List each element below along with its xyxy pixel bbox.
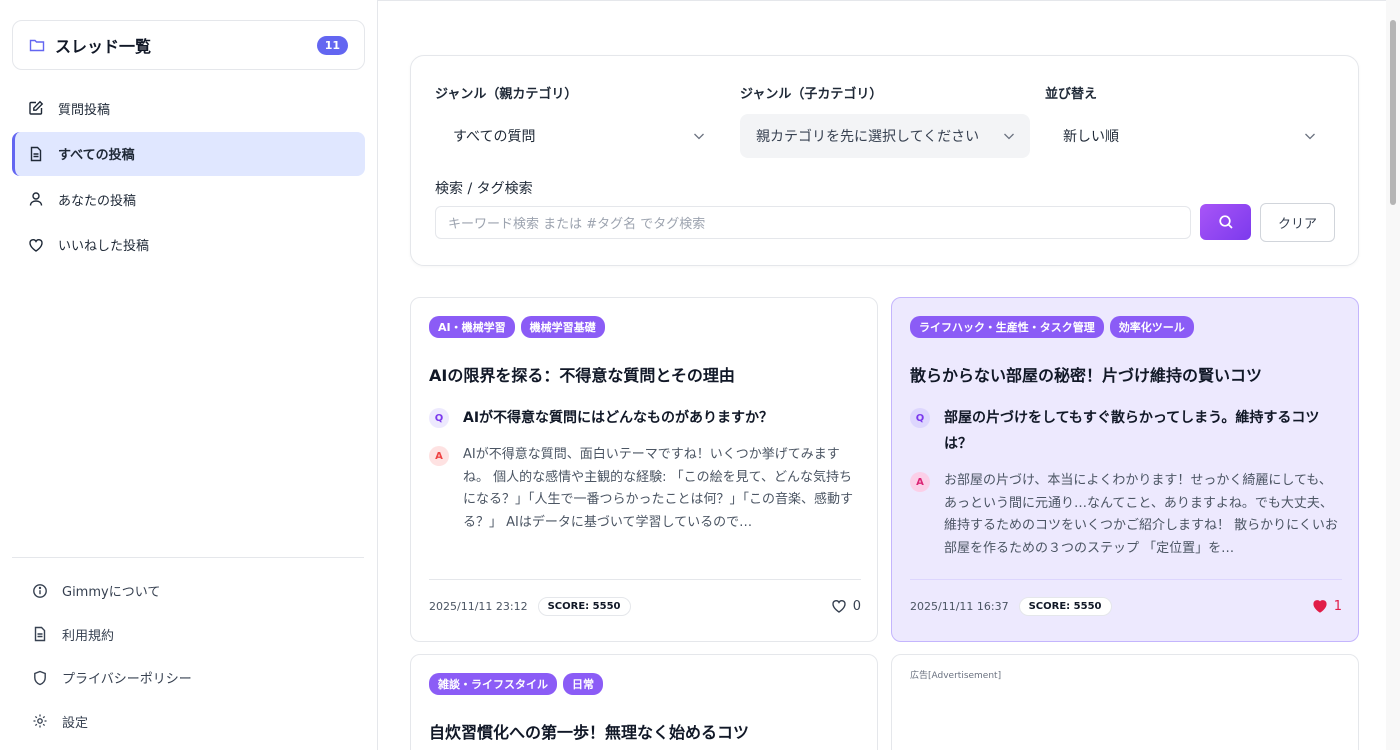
search-input[interactable]: キーワード検索 または #タグ名 でタグ検索 [435,206,1191,239]
footer-link-label: 利用規約 [62,628,115,644]
gear-icon [32,713,48,729]
chevron-down-icon [1002,129,1016,143]
sort-value: 新しい順 [1063,129,1119,145]
footer-link-label: 設定 [62,715,89,731]
post-card[interactable]: 雑談・ライフスタイル 日常 自炊習慣化への第一歩！無理なく始めるコツ [410,654,878,750]
score-badge: SCORE: 5550 [1018,596,1112,616]
edit-icon [28,100,44,116]
document-icon [32,626,48,642]
sidebar-item-label: あなたの投稿 [58,193,137,209]
like-count: 1 [1333,598,1342,614]
post-card[interactable]: AI・機械学習 機械学習基礎 AIの限界を探る：不得意な質問とその理由 Q AI… [410,297,878,642]
clear-button[interactable]: クリア [1260,203,1335,242]
post-title: 散らからない部屋の秘密！片づけ維持の賢いコツ [910,366,1263,385]
folder-icon [29,37,45,53]
answer-badge: A [910,472,930,492]
ad-label: 広告[Advertisement] [910,671,1002,681]
sidebar-item-label: いいねした投稿 [58,239,150,254]
tag-list: AI・機械学習 機械学習基礎 [429,316,605,338]
footer-link-terms[interactable]: 利用規約 [12,613,364,657]
sidebar-item-post-question[interactable]: 質問投稿 [12,86,365,130]
sort-label: 並び替え [1045,87,1098,102]
question-row: Q 部屋の片づけをしてもすぐ散らかってしまう。維持するコツは？ [910,408,1340,457]
sidebar-item-all-posts[interactable]: すべての投稿 [12,131,365,176]
tag-list: 雑談・ライフスタイル 日常 [429,673,603,695]
tag-chip[interactable]: 機械学習基礎 [520,316,605,338]
sidebar-item-label: すべての投稿 [58,148,135,163]
post-date: 2025/11/11 23:12 [429,599,528,613]
score-label: SCORE: [547,600,590,612]
chevron-down-icon [692,129,706,143]
post-title: AIの限界を探る：不得意な質問とその理由 [429,366,735,385]
answer-badge: A [429,446,449,466]
heart-icon [28,237,44,253]
thread-list-title: スレッド一覧 [55,37,152,56]
tag-chip[interactable]: 効率化ツール [1109,316,1194,338]
sort-select[interactable]: 新しい順 [1045,114,1335,158]
footer-link-label: プライバシーポリシー [62,672,192,688]
main-content: ジャンル（親カテゴリ） すべての質問 ジャンル（子カテゴリ） 親カテゴリを先に選… [378,0,1386,750]
heart-filled-icon [1312,598,1328,614]
post-footer: 2025/11/11 16:37 SCORE: 5550 1 [910,579,1342,632]
footer-link-label: Gimmyについて [62,585,161,601]
thread-list-header[interactable]: スレッド一覧 11 [12,20,365,70]
tag-chip[interactable]: 雑談・ライフスタイル [429,673,557,695]
post-date: 2025/11/11 16:37 [910,599,1009,613]
tag-chip[interactable]: AI・機械学習 [429,316,515,338]
tag-chip[interactable]: ライフハック・生産性・タスク管理 [910,316,1104,338]
score-badge: SCORE: 5550 [537,596,631,616]
chevron-down-icon [1303,129,1317,143]
like-button[interactable]: 0 [831,598,861,614]
sidebar: スレッド一覧 11 質問投稿 すべての投稿 あなたの投稿 いいねした投稿 Gim… [0,0,378,750]
footer-link-privacy[interactable]: プライバシーポリシー [12,656,364,700]
question-text: 部屋の片づけをしてもすぐ散らかってしまう。維持するコツは？ [944,410,1320,452]
heart-outline-icon [831,598,847,614]
question-text: AIが不得意な質問にはどんなものがありますか？ [463,410,774,426]
thread-count-badge: 11 [316,35,348,55]
post-card[interactable]: ライフハック・生産性・タスク管理 効率化ツール 散らからない部屋の秘密！片づけ維… [891,297,1359,642]
sidebar-nav: 質問投稿 すべての投稿 あなたの投稿 いいねした投稿 [12,86,365,268]
page-scrollbar[interactable] [1386,0,1400,750]
parent-category-value: すべての質問 [453,129,536,145]
score-value: 5550 [592,600,621,612]
child-category-select[interactable]: 親カテゴリを先に選択してください [740,114,1030,158]
footer-link-settings[interactable]: 設定 [12,700,364,744]
sidebar-item-your-posts[interactable]: あなたの投稿 [12,177,365,221]
answer-excerpt: お部屋の片づけ、本当によくわかります！せっかく綺麗にしても、あっという間に元通り… [944,473,1338,556]
score-value: 5550 [1073,600,1102,612]
parent-category-select[interactable]: すべての質問 [435,114,724,158]
document-icon [28,146,44,162]
parent-category-label: ジャンル（親カテゴリ） [435,87,578,102]
answer-row: A AIが不得意な質問、面白いテーマですね！いくつか挙げてみますね。 個人的な感… [429,446,859,534]
like-count: 0 [852,598,861,614]
child-category-value: 親カテゴリを先に選択してください [756,129,980,145]
footer-link-about[interactable]: Gimmyについて [12,569,364,613]
scrollbar-thumb[interactable] [1390,20,1396,205]
answer-excerpt: AIが不得意な質問、面白いテーマですね！いくつか挙げてみますね。 個人的な感情や… [463,447,854,530]
question-row: Q AIが不得意な質問にはどんなものがありますか？ [429,408,859,431]
tag-list: ライフハック・生産性・タスク管理 効率化ツール [910,316,1194,338]
sidebar-footer: Gimmyについて 利用規約 プライバシーポリシー 設定 [12,557,364,743]
sidebar-item-liked-posts[interactable]: いいねした投稿 [12,223,365,267]
question-badge: Q [910,408,930,428]
search-label: 検索 / タグ検索 [435,181,533,197]
like-button[interactable]: 1 [1312,598,1342,614]
tag-chip[interactable]: 日常 [563,673,603,695]
post-title: 自炊習慣化への第一歩！無理なく始めるコツ [429,723,750,742]
filter-panel: ジャンル（親カテゴリ） すべての質問 ジャンル（子カテゴリ） 親カテゴリを先に選… [410,55,1359,266]
ad-slot: 広告[Advertisement] [891,654,1359,750]
post-footer: 2025/11/11 23:12 SCORE: 5550 0 [429,579,861,632]
search-button[interactable] [1200,204,1251,240]
score-label: SCORE: [1028,600,1071,612]
shield-icon [32,670,48,686]
top-divider [378,0,1386,4]
info-icon [32,583,48,599]
answer-row: A お部屋の片づけ、本当によくわかります！せっかく綺麗にしても、あっという間に元… [910,472,1340,560]
child-category-label: ジャンル（子カテゴリ） [740,87,883,102]
question-badge: Q [429,408,449,428]
search-icon [1218,214,1234,230]
sidebar-item-label: 質問投稿 [58,102,111,118]
user-icon [28,191,44,207]
